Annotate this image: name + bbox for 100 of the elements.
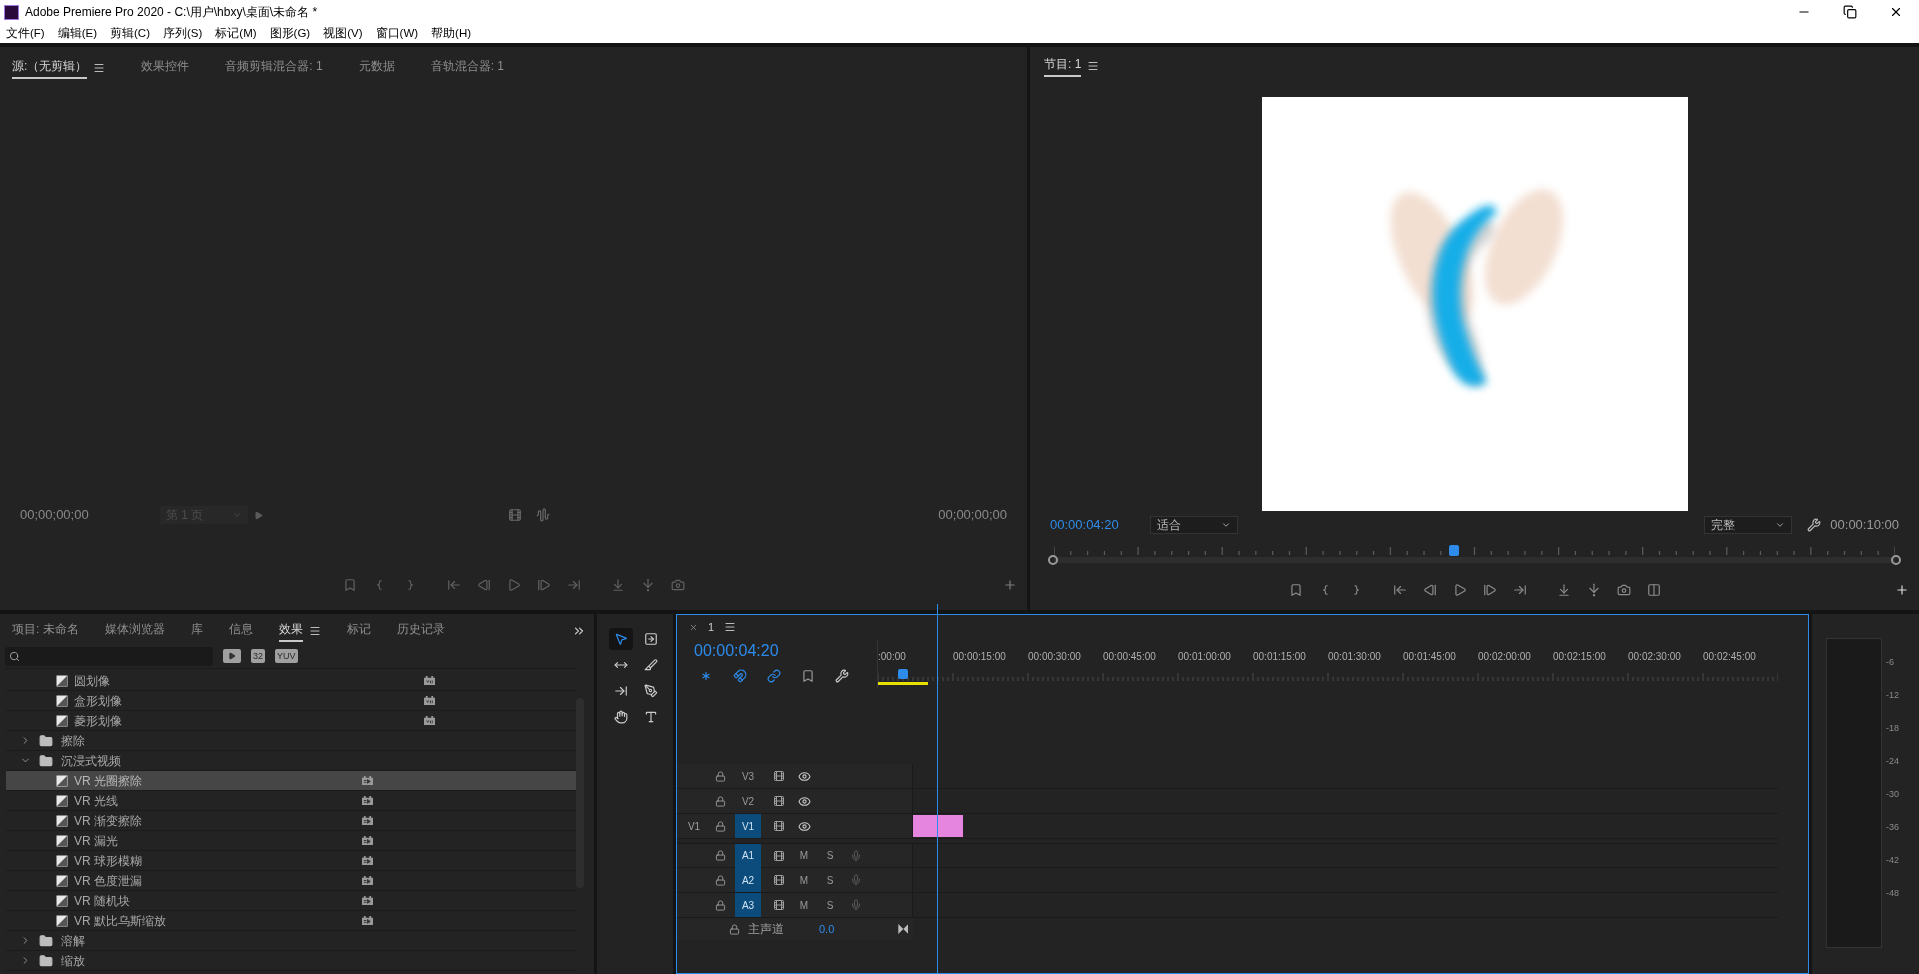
- panel-tab[interactable]: 历史记录: [396, 620, 445, 642]
- playhead-handle[interactable]: [1449, 545, 1460, 556]
- pointer-icon: [614, 632, 628, 646]
- effect-item[interactable]: 盒形划像: [6, 691, 576, 711]
- menu-item[interactable]: 序列(S): [163, 24, 203, 43]
- scrollbar[interactable]: [576, 698, 584, 888]
- panel-tab[interactable]: 项目: 未命名: [12, 620, 79, 642]
- panel-tab[interactable]: 库: [190, 620, 203, 642]
- out-point-handle[interactable]: [1891, 555, 1901, 565]
- mute-button[interactable]: M: [791, 848, 817, 863]
- effect-icon: [56, 854, 68, 867]
- effect-item[interactable]: VR 漏光: [6, 831, 576, 851]
- track-target[interactable]: A3: [735, 893, 761, 917]
- yuv-badge-icon: [423, 675, 436, 686]
- microphone-icon: [850, 849, 862, 862]
- current-timecode[interactable]: 00:00:04:20: [1050, 515, 1150, 535]
- track-target[interactable]: A1: [735, 843, 761, 868]
- play-icon: [1452, 583, 1467, 597]
- effect-label: VR 光圈擦除: [74, 772, 143, 790]
- source-patch[interactable]: V1: [687, 818, 701, 834]
- ruler-label: 00:01:45:00: [1403, 650, 1457, 664]
- add-button[interactable]: [1895, 583, 1909, 597]
- add-button[interactable]: [1003, 578, 1017, 592]
- effect-label: VR 默比乌斯缩放: [74, 912, 167, 930]
- track-target[interactable]: V1: [735, 814, 761, 838]
- panel-tab[interactable]: 节目: 1: [1044, 55, 1082, 77]
- eye-icon: [797, 794, 811, 808]
- right-brace-icon: [406, 579, 413, 591]
- meter-scale-label: -48: [1886, 887, 1899, 900]
- menu-item[interactable]: 窗口(W): [375, 24, 419, 43]
- pen-icon: [644, 684, 658, 698]
- menu-item[interactable]: 图形(G): [269, 24, 311, 43]
- track-target[interactable]: A2: [735, 868, 761, 892]
- effect-item[interactable]: VR 光线: [6, 791, 576, 811]
- folder-item[interactable]: 溶解: [6, 931, 576, 951]
- more-tabs-button[interactable]: [572, 624, 586, 638]
- selection-tool[interactable]: [609, 628, 633, 650]
- menu-item[interactable]: 帮助(H): [431, 24, 472, 43]
- sequence-tab[interactable]: 1: [708, 618, 715, 636]
- camera-icon: [1616, 583, 1631, 597]
- effect-item[interactable]: VR 球形模糊: [6, 851, 576, 871]
- panel-tab[interactable]: 源:（无剪辑）: [12, 57, 88, 79]
- menu-item[interactable]: 编辑(E): [57, 24, 98, 43]
- arrow-to-line-icon: [1392, 583, 1407, 597]
- solo-button[interactable]: S: [817, 872, 843, 888]
- video-clip[interactable]: [913, 815, 963, 837]
- effect-item[interactable]: VR 色度泄漏: [6, 871, 576, 891]
- meter-scale-label: -42: [1886, 854, 1899, 867]
- timeline-timecode[interactable]: 00:00:04:20: [694, 639, 877, 663]
- panel-tab[interactable]: 效果: [278, 620, 303, 642]
- effect-item[interactable]: 圆划像: [6, 671, 576, 691]
- accelerated-filter-button[interactable]: [223, 649, 241, 663]
- yuv-badge-icon: [423, 715, 436, 726]
- effect-icon: [56, 714, 68, 727]
- effect-item[interactable]: VR 默比乌斯缩放: [6, 911, 576, 931]
- effect-item[interactable]: VR 光圈擦除: [6, 771, 576, 791]
- app-logo-icon: [4, 4, 19, 20]
- panel-tab[interactable]: 音轨混合器: 1: [430, 57, 505, 79]
- folder-label: 缩放: [61, 952, 85, 970]
- timeline-playhead[interactable]: [898, 669, 909, 679]
- accelerated-badge-icon: [361, 915, 374, 926]
- master-volume[interactable]: 0.0: [819, 920, 835, 938]
- mute-button[interactable]: M: [791, 872, 817, 888]
- quality-dropdown[interactable]: 完整: [1704, 516, 1793, 534]
- folder-item[interactable]: 缩放: [6, 951, 576, 971]
- panel-tab[interactable]: 元数据: [358, 57, 395, 79]
- film-icon: [773, 795, 785, 807]
- menu-item[interactable]: 视图(V): [323, 24, 363, 43]
- arrow-to-line-icon: [1512, 583, 1527, 597]
- meter-scale-label: -12: [1886, 689, 1899, 702]
- effect-item[interactable]: VR 随机块: [6, 891, 576, 911]
- search-field[interactable]: [5, 646, 213, 666]
- menu-item[interactable]: 剪辑(C): [110, 24, 150, 43]
- panel-tab[interactable]: 标记: [346, 620, 371, 642]
- folder-item[interactable]: 擦除: [6, 731, 576, 751]
- panel-tab[interactable]: 信息: [228, 620, 253, 642]
- effect-label: VR 漏光: [74, 832, 119, 850]
- track-target[interactable]: V3: [735, 764, 761, 788]
- filter-badge-button[interactable]: 32: [251, 649, 265, 663]
- time-ruler[interactable]: :00:00 00:00:15:00 00:00:30:00 00:00:45:00 00:01:00:00 00:01:15:00 00:01:30:00 00:01:45:00 00:02:00:00 00:02:15:00 00:02:30:00 00:02:45:00: [877, 639, 1778, 689]
- menu-item[interactable]: 文件(F): [6, 24, 45, 43]
- lock-icon: [714, 820, 726, 832]
- panel-tab[interactable]: 媒体浏览器: [104, 620, 165, 642]
- effect-item[interactable]: 菱形划像: [6, 711, 576, 731]
- insert-icon: [610, 578, 625, 592]
- solo-button[interactable]: S: [817, 848, 843, 863]
- effect-item[interactable]: VR 渐变擦除: [6, 811, 576, 831]
- menu-item[interactable]: 标记(M): [215, 24, 257, 43]
- effect-label: VR 光线: [74, 792, 119, 810]
- panel-tab[interactable]: 音频剪辑混合器: 1: [225, 57, 323, 79]
- panel-tab[interactable]: 效果控件: [141, 57, 190, 79]
- filter-badge-button[interactable]: YUV: [275, 649, 298, 663]
- mute-button[interactable]: M: [791, 897, 817, 913]
- solo-button[interactable]: S: [817, 897, 843, 913]
- bookmark-icon: [342, 578, 357, 592]
- eye-icon: [797, 819, 811, 833]
- zoom-dropdown[interactable]: 适合: [1150, 516, 1238, 534]
- accelerated-badge-icon: [361, 855, 374, 866]
- track-target[interactable]: V2: [735, 789, 761, 813]
- in-point-handle[interactable]: [1048, 555, 1058, 565]
